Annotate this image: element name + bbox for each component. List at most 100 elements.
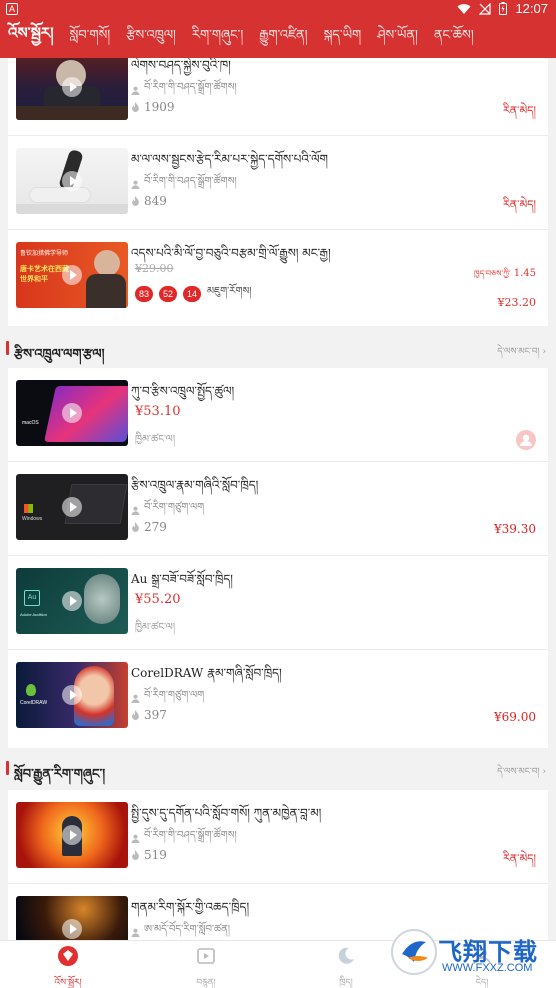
banner-line: 世界和平 — [20, 275, 48, 283]
sale-price: ཁྱད་བཅས་ཀྱི་ 1.45 — [474, 268, 536, 279]
play-icon — [62, 403, 82, 423]
video-icon — [197, 948, 215, 964]
course-thumbnail: CorelDRAW — [16, 662, 128, 728]
section-accent-bar — [6, 341, 9, 355]
play-icon — [62, 77, 82, 97]
course-thumbnail: 鲁钦加措佛学导师 唐卡艺术在西藏 世界和平 — [16, 242, 128, 308]
battery-icon — [499, 2, 508, 15]
course-views: 849 — [131, 194, 167, 208]
more-link[interactable]: དེ་ལས་མང་བ། › — [497, 342, 546, 367]
course-thumbnail: Au Adobe Audition — [16, 568, 128, 634]
course-price: ¥55.20 — [135, 592, 181, 607]
fire-icon — [132, 710, 139, 720]
banner-line: 鲁钦加措佛学导师 — [20, 250, 69, 257]
play-icon — [62, 919, 82, 939]
tab-computer[interactable]: རྩིས་འཁྲུལ། — [118, 20, 184, 57]
avatar-icon[interactable] — [516, 430, 536, 450]
flash-sale-item[interactable]: 鲁钦加措佛学导师 唐卡艺术在西藏 世界和平 འདས་པའི་མི་ལོ་བྱ་བ… — [8, 230, 548, 326]
course-author: ཨ་མདོ་བོད་རིག་སློབ་ཚན། — [131, 918, 230, 940]
tab-language[interactable]: སྐད་ཡིག — [316, 20, 370, 57]
watermark-logo: 飞翔下载 WWW.FXXZ.COM — [390, 928, 550, 984]
course-item[interactable]: Au Adobe Audition Au སྒྲ་བཟོ་བཟོ་སློབ་ཁྲ… — [8, 556, 548, 650]
course-price: ¥39.30 — [494, 522, 536, 536]
section-accent-bar — [6, 761, 9, 775]
play-icon — [62, 825, 82, 845]
fire-icon — [132, 522, 139, 532]
person-icon — [131, 506, 140, 515]
tab-knowledge[interactable]: ཤེས་ཡོན། — [369, 20, 426, 57]
play-icon — [62, 685, 82, 705]
tab-culture[interactable]: རིག་གཞུང་། — [184, 20, 251, 57]
play-icon — [62, 591, 82, 611]
play-icon — [62, 171, 82, 191]
countdown-label: མཇུག་རོགས། — [207, 286, 252, 297]
nav-label: ཁྲིད། — [339, 978, 353, 988]
watermark-emblem-icon — [391, 929, 437, 975]
countdown-hours: 83 — [135, 286, 153, 302]
nav-label: འོས་སྦྱོར། — [54, 978, 82, 988]
computer-course-card: macOS ཀུ་བ་རྩིས་འཁྲུལ་སྤྱོད་ཚུལ། ¥53.10 … — [8, 368, 548, 748]
course-item[interactable]: CorelDRAW CorelDRAW རྣམ་གཞི་སློབ་ཁྲིད། བ… — [8, 650, 548, 748]
person-icon — [131, 86, 140, 95]
more-link[interactable]: དེ་ལས་མང་བ། › — [497, 762, 546, 787]
nav-video[interactable]: བརྙན། — [176, 945, 236, 988]
course-price: ¥23.20 — [497, 296, 537, 309]
course-views: 279 — [131, 520, 167, 534]
original-price: ¥29.00 — [135, 262, 174, 275]
moon-icon — [338, 947, 354, 964]
person-icon — [131, 694, 140, 703]
thumb-label: macOS — [22, 420, 39, 426]
free-tag: རིན་མེད། — [502, 104, 536, 117]
app-badge: A — [6, 3, 18, 15]
countdown-seconds: 14 — [183, 286, 201, 302]
section-header-computer: རྩིས་འཁྲུལ་ལག་རྩལ། དེ་ལས་མང་བ། › — [0, 328, 556, 368]
course-note: ཁྱིམ་ཚང་ལ། — [135, 622, 176, 633]
play-icon — [62, 265, 82, 285]
tab-religion[interactable]: ནང་ཆོས། — [426, 20, 482, 57]
course-item[interactable]: macOS ཀུ་བ་རྩིས་འཁྲུལ་སྤྱོད་ཚུལ། ¥53.10 … — [8, 368, 548, 462]
nav-course[interactable]: ཁྲིད། — [316, 945, 376, 988]
course-thumbnail — [16, 896, 128, 940]
signal-icon — [479, 2, 492, 15]
thumb-label: Adobe Audition — [20, 612, 47, 617]
countdown-timer: 83 52 14 མཇུག་རོགས། — [135, 280, 252, 308]
countdown-minutes: 52 — [159, 286, 177, 302]
course-views: 397 — [131, 708, 167, 722]
course-price: ¥53.10 — [135, 404, 181, 419]
course-thumbnail — [16, 802, 128, 868]
person-icon — [131, 180, 140, 189]
play-icon — [62, 497, 82, 517]
course-views: 1909 — [131, 100, 175, 114]
recommend-card: ལེགས་བཤད་སྐྱེས་བུའི་ཁ། བོ་རིག་གི་བཤད་སྒྲ… — [8, 58, 548, 326]
thumb-label: Windows — [22, 516, 43, 522]
tab-education[interactable]: སློབ་གསོ། — [62, 20, 119, 57]
course-item[interactable]: ལེགས་བཤད་སྐྱེས་བུའི་ཁ། བོ་རིག་གི་བཤད་སྒྲ… — [8, 58, 548, 136]
section-header-culture: སློབ་རྒྱུན་རིག་གཞུང་། དེ་ལས་མང་བ། › — [0, 748, 556, 788]
course-thumbnail — [16, 58, 128, 120]
person-icon — [131, 834, 140, 843]
watermark-url: WWW.FXXZ.COM — [442, 962, 533, 974]
tab-exam[interactable]: རྒྱུག་འཛིན། — [251, 20, 315, 57]
category-tabs: འོས་སྦྱོར། སློབ་གསོ། རྩིས་འཁྲུལ། རིག་གཞུ… — [0, 18, 556, 58]
fire-icon — [132, 196, 139, 206]
nav-recommend[interactable]: འོས་སྦྱོར། — [38, 945, 98, 988]
fire-icon — [132, 102, 139, 112]
course-note: ཁྱིམ་ཚང་ལ། — [135, 434, 176, 445]
course-price: ¥69.00 — [494, 710, 536, 724]
home-diamond-icon — [58, 946, 78, 966]
status-bar: A 12:07 — [0, 0, 556, 18]
course-thumbnail: macOS — [16, 380, 128, 446]
course-thumbnail: Windows — [16, 474, 128, 540]
course-item[interactable]: Windows རྩིས་འཁྲུལ་རྣམ་གཞིའི་སློབ་ཁྲིད། … — [8, 462, 548, 556]
course-thumbnail — [16, 148, 128, 214]
course-item[interactable]: སྤྱི་དུས་དུ་དགོན་པའི་སློབ་གསོ། ཀུན་མཁྱེན… — [8, 790, 548, 884]
free-tag: རིན་མེད། — [502, 852, 536, 865]
tab-recommend[interactable]: འོས་སྦྱོར། — [4, 18, 62, 58]
fire-icon — [132, 850, 139, 860]
course-feed[interactable]: ལེགས་བཤད་སྐྱེས་བུའི་ཁ། བོ་རིག་གི་བཤད་སྒྲ… — [0, 58, 556, 940]
wifi-icon — [457, 3, 471, 14]
course-item[interactable]: མ་ལ་ལས་སྦྱངས་རྩེད་རིམ་པར་སྐྱེད་དགོས་པའི་… — [8, 136, 548, 230]
nav-label: བརྙན། — [196, 978, 216, 988]
status-time: 12:07 — [515, 1, 548, 16]
person-icon — [131, 928, 140, 937]
